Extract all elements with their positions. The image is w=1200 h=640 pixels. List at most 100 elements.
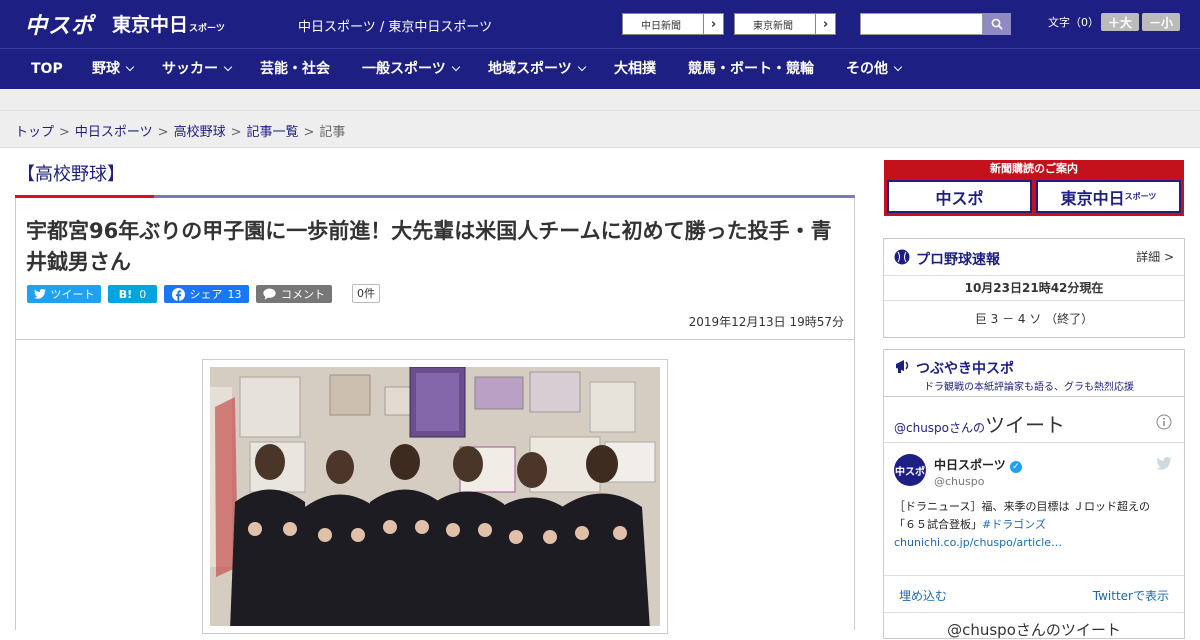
pro-baseball-title: プロ野球速報 [916, 252, 1000, 268]
breadcrumb-link-chunichi-sports[interactable]: 中日スポーツ [75, 125, 153, 140]
nav-label: TOP [31, 61, 63, 77]
breadcrumb: トップ > 中日スポーツ > 高校野球 > 記事一覧 > 記事 [15, 121, 345, 140]
breadcrumb-separator: > [230, 125, 242, 140]
photo-illustration [210, 367, 660, 626]
tokyo-chunichi-logo[interactable]: 東京中日スポーツ [112, 10, 225, 37]
tweet-text-line1: ［ドラニュース］福、来季の目標は Ｊロッド超えの [894, 500, 1150, 513]
breadcrumb-link-top[interactable]: トップ [15, 125, 54, 140]
hatena-bookmark-button[interactable]: B! 0 [108, 285, 157, 303]
comment-bubble-icon [263, 288, 276, 300]
facebook-share-label: シェア [189, 288, 223, 301]
info-icon[interactable] [1156, 414, 1172, 430]
account-handle[interactable]: @chuspo [934, 475, 984, 488]
baseball-icon [894, 249, 910, 265]
twitter-bird-icon [33, 289, 46, 299]
search-button[interactable] [983, 13, 1011, 35]
baseball-detail-link[interactable]: 詳細 > [1136, 248, 1174, 265]
tsubuyaki-title: つぶやき中スポ [916, 361, 1014, 377]
breadcrumb-link-article-list[interactable]: 記事一覧 [247, 125, 299, 140]
article-header: 宇都宮96年ぶりの甲子園に一歩前進！大先輩は米国人チームに初めて勝った投手・青井… [15, 198, 855, 340]
hatena-count: 0 [139, 287, 147, 301]
tweet-text-line2: 「６５試合登板」#ドラゴンズ [894, 516, 1179, 534]
facebook-share-button[interactable]: シェア 13 [164, 285, 249, 303]
chunichi-shimbun-button[interactable]: 中日新聞 › [622, 13, 724, 35]
hatena-icon: B! [118, 287, 133, 301]
site-links[interactable]: 中日スポーツ / 東京中日スポーツ [298, 16, 492, 35]
tsubuyaki-subtitle: ドラ観戦の本紙評論家も語る、グラも熱烈応援 [924, 382, 1134, 393]
team-photo-image [210, 367, 660, 626]
timeline-tweets-label: ツイート [985, 413, 1066, 437]
top-header: 中スポ 東京中日スポーツ 中日スポーツ / 東京中日スポーツ 中日新聞 › 東京新… [0, 0, 1200, 48]
nav-item-general-sports[interactable]: 一般スポーツ [362, 49, 460, 89]
tweet-card[interactable]: 中スポ 中日スポーツ ✓ @chuspo ［ドラニュース］福、来季の目標は Ｊロ… [884, 442, 1184, 549]
nav-item-keiba[interactable]: 競馬・ボート・競輪 [688, 49, 814, 89]
article-body [15, 339, 855, 634]
search-input[interactable] [860, 13, 983, 35]
timeline-footer-title: @chuspoさんのツイート [884, 612, 1184, 640]
font-larger-button[interactable]: ＋大 [1101, 13, 1139, 31]
chuspo-subscribe-logo[interactable]: 中スポ [887, 180, 1032, 213]
nav-label: その他 [846, 61, 888, 77]
account-name[interactable]: 中日スポーツ ✓ [934, 456, 1022, 473]
chuspo-logo[interactable]: 中スポ [25, 8, 94, 40]
comment-count: 0件 [352, 284, 380, 303]
timeline-handle-text: @chuspoさんの [894, 421, 986, 435]
twitter-bird-icon[interactable] [1156, 457, 1172, 470]
breadcrumb-bar: トップ > 中日スポーツ > 高校野球 > 記事一覧 > 記事 [0, 111, 1200, 148]
comment-label: コメント [281, 288, 325, 301]
tokyo-logo-text: 東京中日 [112, 14, 189, 36]
article-date: 2019年12月13日 19時57分 [688, 315, 844, 329]
article-photo[interactable] [202, 359, 668, 634]
tokyo-subscribe-sub: スポーツ [1124, 192, 1157, 201]
account-avatar[interactable]: 中スポ [894, 454, 926, 486]
nav-label: 一般スポーツ [362, 61, 446, 77]
search-icon [991, 18, 1003, 30]
breadcrumb-separator: > [59, 125, 70, 140]
subscription-header: 新聞購読のご案内 [990, 162, 1078, 175]
tokyo-logo-sub: スポーツ [189, 24, 225, 34]
chunichi-shimbun-label: 中日新聞 [641, 20, 681, 32]
nav-item-local-sports[interactable]: 地域スポーツ [488, 49, 586, 89]
nav-item-top[interactable]: TOP [31, 49, 63, 89]
nav-label: サッカー [162, 61, 218, 77]
timeline-footer: 埋め込む Twitterで表示 @chuspoさんのツイート [884, 575, 1184, 639]
breadcrumb-separator: > [303, 125, 315, 140]
ad-strip [0, 89, 1200, 111]
comment-button[interactable]: コメント [256, 285, 332, 303]
view-on-twitter-link[interactable]: Twitterで表示 [1093, 587, 1169, 604]
chevron-down-icon [223, 62, 233, 72]
tweet-text-line2-pre: 「６５試合登板」 [894, 518, 982, 531]
tweet-label: ツイート [50, 288, 95, 301]
tweet-link[interactable]: chunichi.co.jp/chuspo/article… [894, 534, 1179, 552]
nav-item-baseball[interactable]: 野球 [92, 49, 135, 89]
baseball-timestamp: 10月23日21時42分現在 [884, 275, 1184, 300]
tweet-hashtag[interactable]: #ドラゴンズ [982, 518, 1046, 531]
breadcrumb-separator: > [157, 125, 169, 140]
tsubuyaki-widget: つぶやき中スポ ドラ観戦の本紙評論家も語る、グラも熱烈応援 @chuspoさんの… [883, 349, 1185, 639]
article-headline: 宇都宮96年ぶりの甲子園に一歩前進！大先輩は米国人チームに初めて勝った投手・青井… [26, 219, 832, 274]
subscription-banner[interactable]: 新聞購読のご案内 中スポ 東京中日 スポーツ [884, 160, 1184, 216]
tweet-button[interactable]: ツイート [27, 285, 101, 303]
tokyo-chunichi-subscribe-logo[interactable]: 東京中日 スポーツ [1036, 180, 1181, 213]
embed-link[interactable]: 埋め込む [899, 587, 947, 604]
nav-item-soccer[interactable]: サッカー [162, 49, 233, 89]
nav-item-sumo[interactable]: 大相撲 [614, 49, 656, 89]
font-smaller-button[interactable]: －小 [1142, 13, 1180, 31]
pro-baseball-widget: プロ野球速報 詳細 > 10月23日21時42分現在 巨 3 － 4 ソ （終了… [883, 238, 1185, 338]
nav-item-other[interactable]: その他 [846, 49, 903, 89]
breadcrumb-current: 記事 [319, 125, 346, 140]
chevron-right-icon: › [815, 14, 835, 34]
breadcrumb-link-koukou-yakyu[interactable]: 高校野球 [174, 125, 226, 140]
timeline-handle[interactable]: @chuspoさんのツイート [894, 409, 1065, 438]
account-name-text: 中日スポーツ [934, 458, 1006, 472]
chevron-down-icon [451, 62, 460, 72]
megaphone-icon [896, 360, 909, 373]
tokyo-shimbun-button[interactable]: 東京新聞 › [734, 13, 836, 35]
nav-label: 競馬・ボート・競輪 [688, 61, 814, 77]
tokyo-subscribe-text: 東京中日 [1060, 188, 1125, 208]
article-category: 【高校野球】 [17, 164, 125, 185]
nav-item-entertainment[interactable]: 芸能・社会 [260, 49, 330, 89]
twitter-timeline: @chuspoさんのツイート 中スポ 中日スポーツ ✓ @chuspo ［ドラニ… [884, 396, 1184, 639]
baseball-score[interactable]: 巨 3 － 4 ソ （終了） [884, 300, 1184, 337]
nav-label: 地域スポーツ [488, 61, 572, 77]
